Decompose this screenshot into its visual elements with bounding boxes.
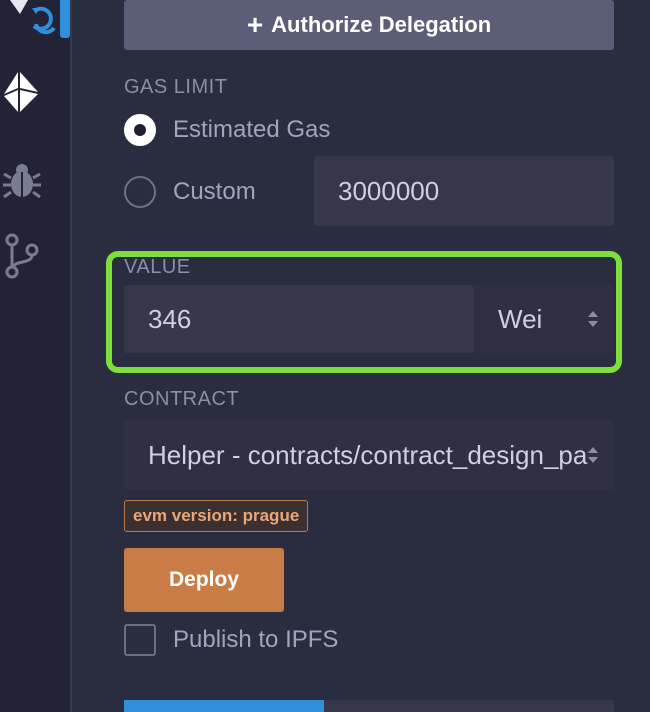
sidebar-item-ethereum[interactable]: [0, 68, 72, 118]
sidebar-item-git[interactable]: [0, 232, 72, 280]
sidebar-item-deploy-run[interactable]: [0, 0, 72, 40]
value-label: VALUE: [124, 256, 191, 278]
value-amount-input[interactable]: 346: [124, 285, 474, 353]
estimated-gas-label: Estimated Gas: [173, 116, 331, 143]
gas-estimated-option[interactable]: Estimated Gas: [124, 114, 330, 146]
value-unit-text: Wei: [498, 303, 543, 334]
custom-gas-label: Custom: [173, 178, 256, 205]
deploy-button[interactable]: Deploy: [124, 548, 284, 612]
publish-ipfs-checkbox[interactable]: [124, 624, 156, 656]
icon-sidebar: [0, 0, 72, 712]
gas-limit-label: GAS LIMIT: [124, 76, 228, 98]
ethereum-icon: [0, 68, 44, 123]
gas-custom-option[interactable]: Custom: [124, 176, 256, 208]
authorize-delegation-label: Authorize Delegation: [271, 12, 492, 37]
publish-ipfs-option[interactable]: Publish to IPFS: [124, 624, 338, 656]
bottom-tab-active[interactable]: [124, 700, 324, 712]
bottom-tabs-strip[interactable]: [124, 700, 614, 712]
plus-icon: +: [246, 9, 264, 40]
custom-gas-input[interactable]: 3000000: [314, 156, 614, 226]
sidebar-item-debugger[interactable]: [0, 160, 72, 204]
deploy-panel: + Authorize Delegation GAS LIMIT Estimat…: [74, 0, 650, 712]
deploy-run-icon: [6, 0, 62, 43]
publish-ipfs-label: Publish to IPFS: [173, 626, 339, 653]
select-arrows-icon: [586, 443, 600, 467]
contract-label: CONTRACT: [124, 388, 240, 410]
debugger-bug-icon: [2, 160, 42, 205]
select-arrows-icon: [586, 307, 600, 331]
evm-version-badge: evm version: prague: [124, 500, 309, 532]
radio-custom-gas[interactable]: [124, 176, 156, 208]
bottom-tab-inactive[interactable]: [324, 700, 614, 712]
deploy-run-app: + Authorize Delegation GAS LIMIT Estimat…: [0, 0, 650, 712]
contract-select[interactable]: Helper - contracts/contract_design_patte…: [124, 420, 614, 490]
authorize-delegation-button[interactable]: + Authorize Delegation: [124, 0, 614, 50]
value-unit-select[interactable]: Wei: [474, 285, 614, 353]
radio-estimated-gas[interactable]: [124, 114, 156, 146]
contract-selected-text: Helper - contracts/contract_design_patte…: [148, 439, 588, 470]
git-branch-icon: [4, 232, 40, 285]
